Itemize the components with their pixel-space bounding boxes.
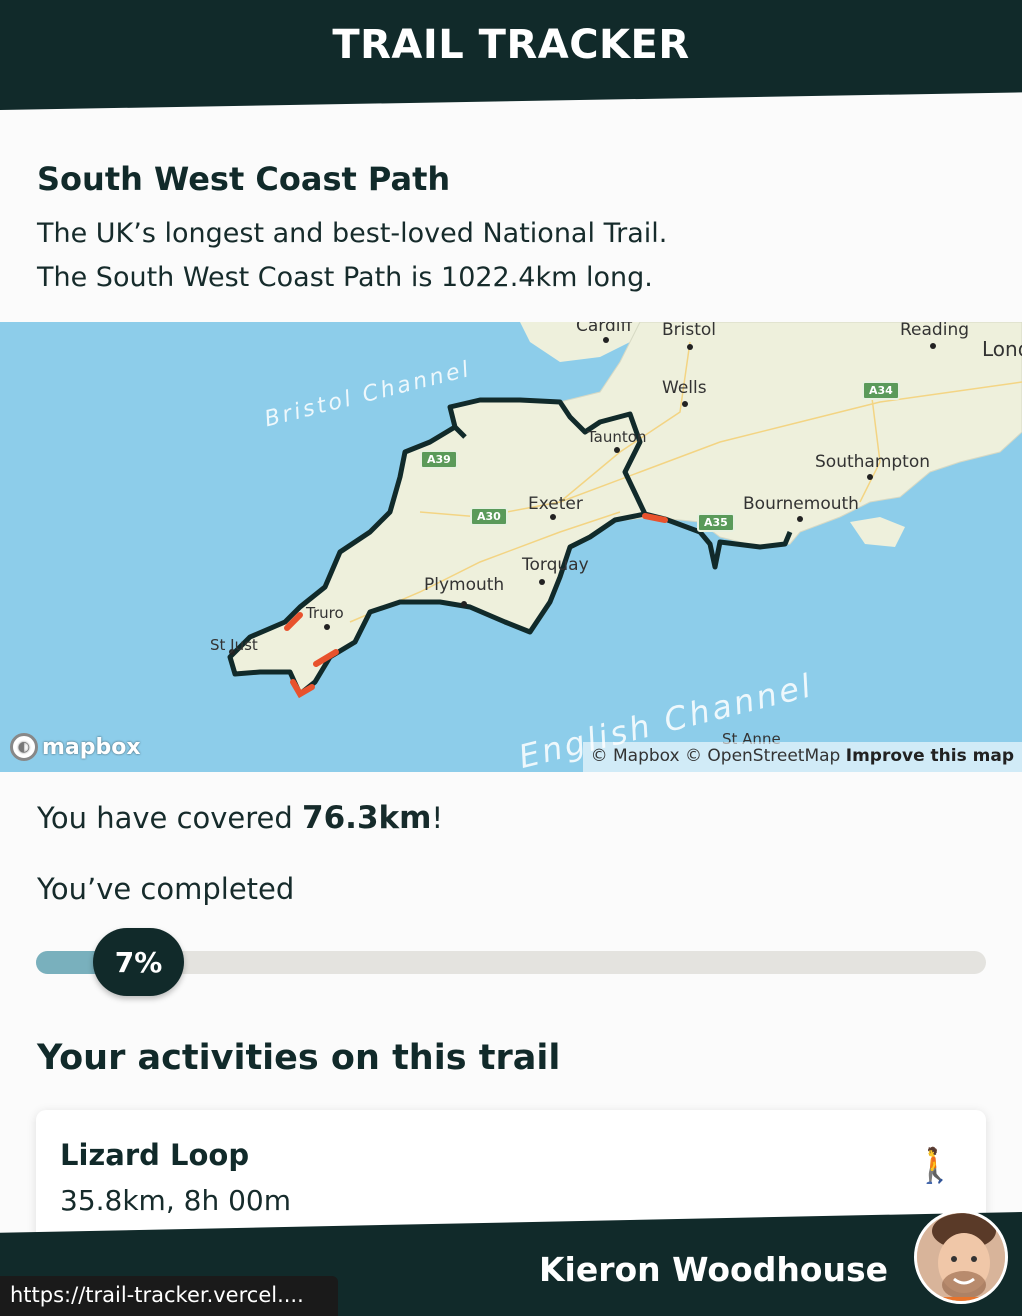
map-label-exeter: Exeter	[528, 494, 583, 514]
map-label-st-just: St Just	[210, 636, 258, 654]
trail-intro: South West Coast Path The UK’s longest a…	[37, 160, 987, 300]
map-label-plymouth: Plymouth	[424, 575, 505, 595]
activity-name: Lizard Loop	[60, 1138, 250, 1172]
mapbox-logo-icon: ◐	[10, 733, 38, 761]
road-badge-a39: A39	[420, 450, 458, 469]
map-attribution: © Mapbox © OpenStreetMap Improve this ma…	[582, 742, 1022, 772]
attribution-mapbox-link[interactable]: © Mapbox	[591, 746, 680, 766]
improve-map-link[interactable]: Improve this map	[846, 746, 1014, 766]
app-title: TRAIL TRACKER	[332, 22, 690, 68]
map-label-taunton: Taunton	[587, 428, 647, 446]
land-england	[229, 322, 1022, 695]
covered-suffix: !	[431, 801, 444, 835]
map-label-london: Lond	[982, 337, 1022, 361]
road-badge-a30: A30	[470, 507, 508, 526]
road-badge-a35: A35	[697, 513, 735, 532]
map-label-cardiff: Cardiff	[576, 322, 633, 336]
land-isle-of-wight	[850, 517, 905, 547]
trail-description-line1: The UK’s longest and best-loved National…	[37, 218, 668, 249]
avatar[interactable]	[914, 1210, 1008, 1304]
trail-description-line2: The South West Coast Path is 1022.4km lo…	[37, 262, 653, 293]
activities-heading: Your activities on this trail	[37, 1038, 561, 1078]
attribution-osm-link[interactable]: © OpenStreetMap	[685, 746, 840, 766]
mapbox-logo[interactable]: ◐ mapbox	[10, 732, 141, 762]
progress-percent-badge: 7%	[93, 928, 184, 996]
covered-value: 76.3km	[302, 800, 432, 836]
completed-label: You’ve completed	[37, 872, 295, 906]
mapbox-logo-text: mapbox	[42, 734, 141, 760]
activity-stats: 35.8km, 8h 00m	[60, 1184, 291, 1217]
user-name: Kieron Woodhouse	[538, 1250, 888, 1289]
covered-prefix: You have covered	[37, 801, 303, 835]
map-label-bournemouth: Bournemouth	[743, 494, 859, 514]
map-label-southampton: Southampton	[815, 452, 931, 472]
map-label-reading: Reading	[900, 322, 970, 340]
map-label-bristol: Bristol	[662, 322, 717, 340]
map-label-torquay: Torquay	[522, 555, 589, 575]
trail-name: South West Coast Path	[37, 160, 451, 198]
map-label-truro: Truro	[306, 604, 344, 622]
road-badge-a34: A34	[862, 381, 900, 400]
status-url: https://trail-tracker.vercel....	[0, 1276, 338, 1316]
walking-person-icon: 🚶	[913, 1146, 956, 1186]
distance-covered: You have covered 76.3km!	[37, 800, 443, 836]
trail-map[interactable]: Cardiff Bristol Reading Lond Wells Taunt…	[0, 322, 1022, 772]
trail-description: The UK’s longest and best-loved National…	[37, 212, 987, 300]
map-label-wells: Wells	[662, 378, 707, 398]
